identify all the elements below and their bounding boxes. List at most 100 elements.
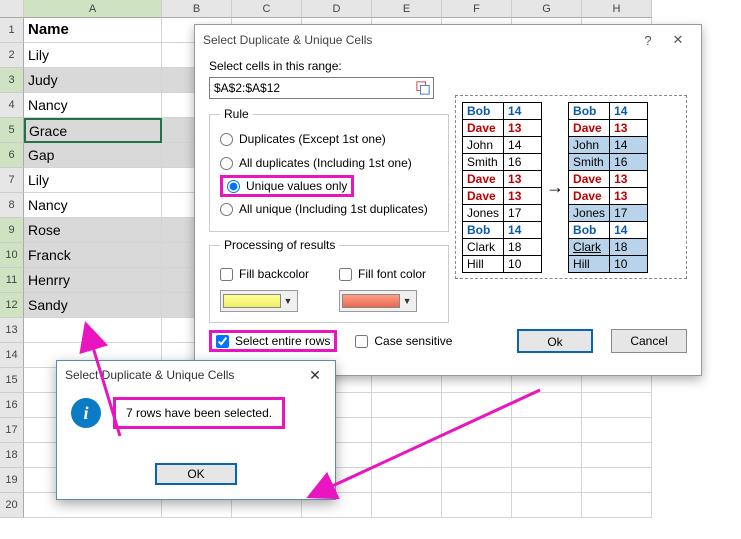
dialog-titlebar[interactable]: Select Duplicate & Unique Cells ? ✕ [195, 25, 701, 55]
range-label: Select cells in this range: [209, 59, 687, 73]
row-header-10[interactable]: 10 [0, 243, 24, 268]
cell-G16[interactable] [512, 393, 582, 418]
column-headers: ABCDEFGH [0, 0, 741, 18]
col-header-C[interactable]: C [232, 0, 302, 18]
col-header-D[interactable]: D [302, 0, 372, 18]
preview-table-left: Bob14Dave13John14Smith16Dave13Dave13Jone… [462, 102, 542, 273]
cell-F18[interactable] [442, 443, 512, 468]
chevron-down-icon: ▼ [281, 296, 295, 306]
row-header-1[interactable]: 1 [0, 18, 24, 43]
select-all-corner[interactable] [0, 0, 24, 18]
cell-A4[interactable]: Nancy [24, 93, 162, 118]
col-header-F[interactable]: F [442, 0, 512, 18]
cell-A9[interactable]: Rose [24, 218, 162, 243]
cell-H18[interactable] [582, 443, 652, 468]
row-header-13[interactable]: 13 [0, 318, 24, 343]
row-header-4[interactable]: 4 [0, 93, 24, 118]
rule-legend: Rule [220, 107, 253, 121]
row-header-17[interactable]: 17 [0, 418, 24, 443]
row-header-9[interactable]: 9 [0, 218, 24, 243]
cell-A1[interactable]: Name [24, 18, 162, 43]
processing-legend: Processing of results [220, 238, 339, 252]
cell-A11[interactable]: Henrry [24, 268, 162, 293]
highlight-unique-only: Unique values only [220, 175, 354, 197]
close-button[interactable]: ✕ [663, 32, 693, 48]
info-icon: i [71, 398, 101, 428]
cell-A3[interactable]: Judy [24, 68, 162, 93]
cell-A12[interactable]: Sandy [24, 293, 162, 318]
msgbox-text: 7 rows have been selected. [113, 397, 285, 429]
cell-G19[interactable] [512, 468, 582, 493]
row-header-6[interactable]: 6 [0, 143, 24, 168]
cell-H17[interactable] [582, 418, 652, 443]
processing-fieldset: Processing of results Fill backcolor ▼ F… [209, 238, 449, 323]
cell-E16[interactable] [372, 393, 442, 418]
cell-A10[interactable]: Franck [24, 243, 162, 268]
cell-A2[interactable]: Lily [24, 43, 162, 68]
col-header-E[interactable]: E [372, 0, 442, 18]
result-message-box: Select Duplicate & Unique Cells ✕ i 7 ro… [56, 360, 336, 500]
cell-E17[interactable] [372, 418, 442, 443]
cell-H20[interactable] [582, 493, 652, 518]
msgbox-title: Select Duplicate & Unique Cells [65, 368, 234, 382]
row-header-16[interactable]: 16 [0, 393, 24, 418]
select-duplicate-unique-dialog: Select Duplicate & Unique Cells ? ✕ Sele… [194, 24, 702, 376]
cell-F19[interactable] [442, 468, 512, 493]
cell-A8[interactable]: Nancy [24, 193, 162, 218]
row-header-15[interactable]: 15 [0, 368, 24, 393]
fontcolor-picker[interactable]: ▼ [339, 290, 417, 312]
cell-H19[interactable] [582, 468, 652, 493]
row-header-2[interactable]: 2 [0, 43, 24, 68]
check-select-entire-rows[interactable]: Select entire rows [216, 334, 330, 348]
range-input[interactable] [210, 81, 413, 95]
row-header-3[interactable]: 3 [0, 68, 24, 93]
ok-button[interactable]: Ok [517, 329, 593, 353]
cell-A13[interactable] [24, 318, 162, 343]
row-header-14[interactable]: 14 [0, 343, 24, 368]
check-fill-fontcolor[interactable]: Fill font color [339, 262, 426, 286]
cell-F16[interactable] [442, 393, 512, 418]
row-header-5[interactable]: 5 [0, 118, 24, 143]
col-header-A[interactable]: A [24, 0, 162, 18]
arrow-right-icon: → [542, 177, 568, 198]
cell-A7[interactable]: Lily [24, 168, 162, 193]
cancel-button[interactable]: Cancel [611, 329, 687, 353]
cell-G20[interactable] [512, 493, 582, 518]
row-header-18[interactable]: 18 [0, 443, 24, 468]
radio-all-unique[interactable]: All unique (Including 1st duplicates) [220, 197, 438, 221]
msgbox-ok-button[interactable]: OK [155, 463, 237, 485]
row-header-8[interactable]: 8 [0, 193, 24, 218]
preview-table-right: Bob14Dave13John14Smith16Dave13Dave13Jone… [568, 102, 648, 273]
row-header-11[interactable]: 11 [0, 268, 24, 293]
col-header-H[interactable]: H [582, 0, 652, 18]
color-swatch-red [342, 294, 400, 308]
col-header-G[interactable]: G [512, 0, 582, 18]
row-header-12[interactable]: 12 [0, 293, 24, 318]
backcolor-picker[interactable]: ▼ [220, 290, 298, 312]
cell-G18[interactable] [512, 443, 582, 468]
cell-F20[interactable] [442, 493, 512, 518]
cell-E18[interactable] [372, 443, 442, 468]
range-input-wrap [209, 77, 434, 99]
cell-E19[interactable] [372, 468, 442, 493]
radio-duplicates-except-1st[interactable]: Duplicates (Except 1st one) [220, 127, 438, 151]
check-fill-backcolor[interactable]: Fill backcolor [220, 262, 309, 286]
cell-G17[interactable] [512, 418, 582, 443]
msgbox-close-button[interactable]: ✕ [303, 367, 327, 384]
cell-H16[interactable] [582, 393, 652, 418]
row-header-20[interactable]: 20 [0, 493, 24, 518]
check-case-sensitive[interactable]: Case sensitive [355, 329, 452, 353]
msgbox-titlebar[interactable]: Select Duplicate & Unique Cells ✕ [57, 361, 335, 389]
cell-E20[interactable] [372, 493, 442, 518]
col-header-B[interactable]: B [162, 0, 232, 18]
radio-unique-only[interactable]: Unique values only [227, 179, 347, 193]
range-select-icon[interactable] [413, 79, 433, 97]
row-header-19[interactable]: 19 [0, 468, 24, 493]
radio-all-duplicates[interactable]: All duplicates (Including 1st one) [220, 151, 438, 175]
cell-A5[interactable]: Grace [24, 118, 162, 143]
rule-fieldset: Rule Duplicates (Except 1st one) All dup… [209, 107, 449, 232]
row-header-7[interactable]: 7 [0, 168, 24, 193]
cell-A6[interactable]: Gap [24, 143, 162, 168]
cell-F17[interactable] [442, 418, 512, 443]
help-button[interactable]: ? [633, 33, 663, 48]
